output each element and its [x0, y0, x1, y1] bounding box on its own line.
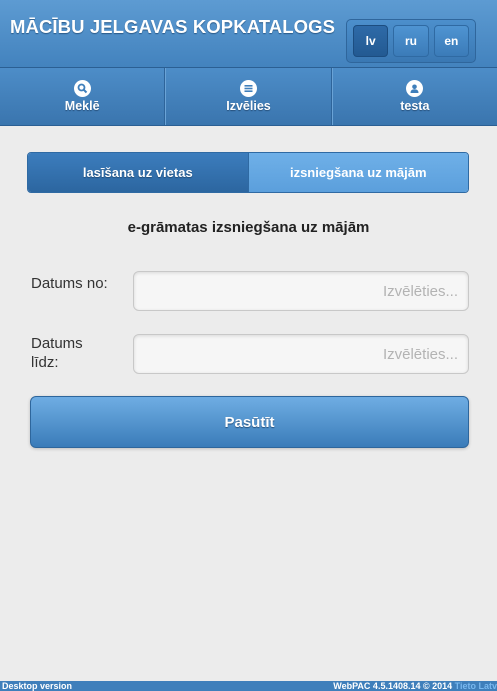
- date-from-label: Datums no:: [31, 275, 108, 292]
- language-switcher: lv ru en: [346, 19, 476, 63]
- catalog-title[interactable]: MĀCĪBU JELGAVAS KOPKATALOGS: [10, 16, 335, 38]
- section-title: e-grāmatas izsniegšana uz mājām: [127, 219, 370, 236]
- lang-lv-button[interactable]: lv: [353, 25, 389, 57]
- loan-type-tabs: lasīšana uz vietas izsniegšana uz mājām: [27, 152, 469, 193]
- nav-selections[interactable]: Izvēlies: [165, 68, 332, 125]
- desktop-version-link[interactable]: Desktop version: [2, 681, 72, 691]
- lang-en-button[interactable]: en: [433, 25, 469, 57]
- date-to-field[interactable]: [133, 334, 469, 374]
- nav-search[interactable]: Meklē: [0, 68, 166, 125]
- nav-user-label: testa: [400, 99, 430, 113]
- order-button[interactable]: Pasūtīt: [30, 396, 469, 448]
- date-to-label: Datums līdz:: [31, 335, 83, 371]
- list-icon: [239, 80, 257, 97]
- user-icon: [406, 80, 424, 97]
- nav-selections-label: Izvēlies: [226, 99, 271, 113]
- search-icon: [73, 80, 91, 97]
- nav-search-label: Meklē: [64, 99, 100, 113]
- nav-user[interactable]: testa: [331, 68, 497, 125]
- version-text: WebPAC 4.5.1408.14 © 2014: [333, 681, 453, 691]
- lang-ru-button[interactable]: ru: [393, 25, 429, 57]
- footer: Desktop version WebPAC 4.5.1408.14 © 201…: [0, 681, 497, 691]
- footer-version: WebPAC 4.5.1408.14 © 2014 Tieto Latv: [333, 681, 497, 691]
- tab-reading-on-site[interactable]: lasīšana uz vietas: [28, 153, 248, 192]
- date-from-field[interactable]: [133, 271, 469, 311]
- tab-home-loan[interactable]: izsniegšana uz mājām: [247, 153, 468, 192]
- main-nav: Meklē Izvēlies testa: [0, 67, 497, 126]
- company-link[interactable]: Tieto Latv: [455, 681, 497, 691]
